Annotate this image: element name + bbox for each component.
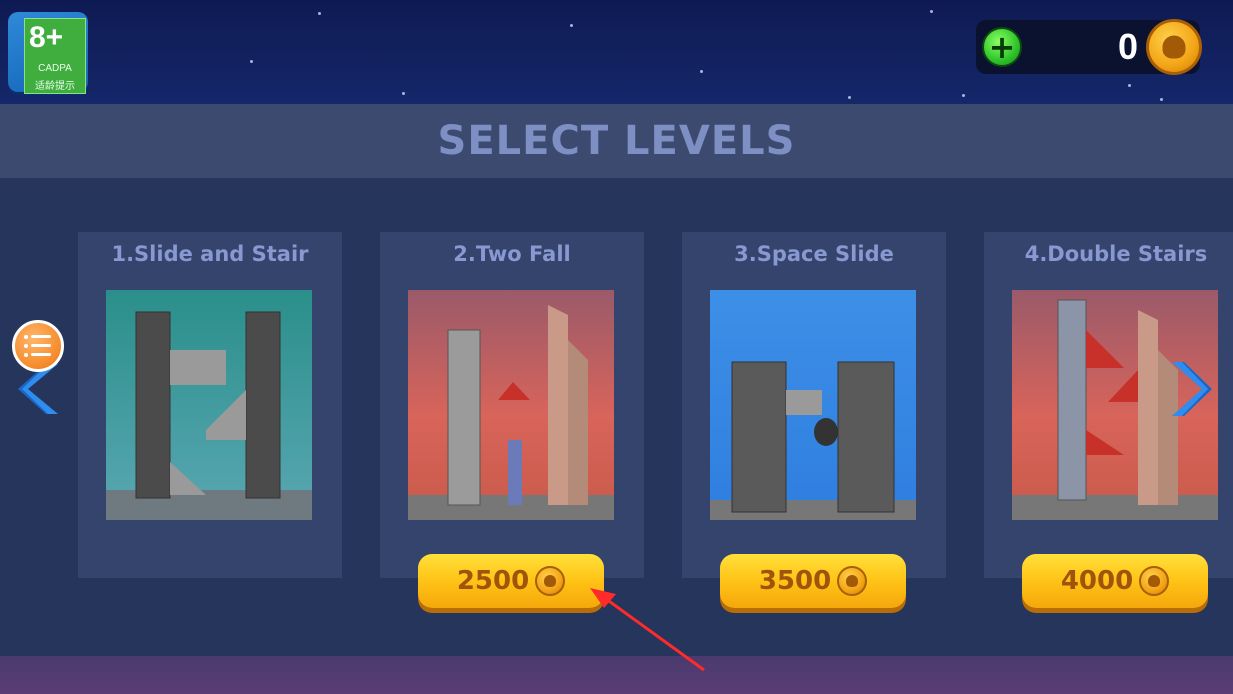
title-band: SELECT LEVELS bbox=[0, 104, 1233, 178]
page-title: SELECT LEVELS bbox=[437, 118, 796, 164]
level-card-title: 2.Two Fall bbox=[453, 242, 571, 266]
level-card-2[interactable]: 2.Two Fall bbox=[380, 232, 644, 578]
level-card-3[interactable]: 3.Space Slide bbox=[682, 232, 946, 578]
buy-level-3-button[interactable]: 3500 bbox=[720, 554, 906, 608]
level-card-1[interactable]: 1.Slide and Stair bbox=[78, 232, 342, 578]
coin-skull-icon bbox=[1146, 19, 1202, 75]
chevron-right-icon bbox=[1172, 362, 1212, 416]
age-rating-badge: 8+ CADPA 适龄提示 bbox=[8, 12, 88, 94]
annotation-arrow bbox=[590, 588, 705, 672]
level-card-title: 1.Slide and Stair bbox=[111, 242, 309, 266]
coin-balance-value: 0 bbox=[1117, 26, 1138, 67]
price-label: 3500 bbox=[758, 566, 832, 596]
coin-skull-icon bbox=[837, 566, 868, 596]
level-thumbnail bbox=[408, 290, 614, 520]
next-page-button[interactable] bbox=[1168, 360, 1212, 418]
coin-skull-icon bbox=[535, 566, 566, 596]
age-rating-note: 适龄提示 bbox=[35, 81, 75, 92]
buy-level-4-button[interactable]: 4000 bbox=[1022, 554, 1208, 608]
level-thumbnail bbox=[710, 290, 916, 520]
coin-skull-icon bbox=[1139, 566, 1170, 596]
age-rating-label: 8+ bbox=[29, 21, 64, 54]
age-rating-panel: 8+ CADPA 适龄提示 bbox=[24, 18, 86, 94]
level-card-title: 3.Space Slide bbox=[734, 242, 894, 266]
price-label: 4000 bbox=[1060, 566, 1134, 596]
level-card-title: 4.Double Stairs bbox=[1024, 242, 1208, 266]
add-coins-button[interactable]: + bbox=[982, 27, 1022, 67]
price-label: 2500 bbox=[456, 566, 530, 596]
buy-level-2-button[interactable]: 2500 bbox=[418, 554, 604, 608]
plus-icon: + bbox=[988, 28, 1016, 66]
level-thumbnail bbox=[106, 290, 312, 520]
level-list-menu-button[interactable] bbox=[12, 320, 64, 372]
age-rating-org: CADPA bbox=[38, 63, 72, 74]
